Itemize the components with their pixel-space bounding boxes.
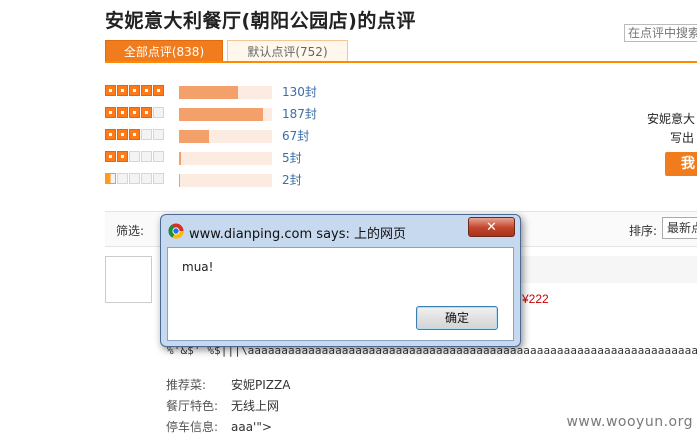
chrome-icon xyxy=(168,223,184,239)
tabs-underline xyxy=(105,61,697,63)
rating-bar-fill xyxy=(179,86,238,99)
dialog-title: www.dianping.com says: 上的网页 xyxy=(189,227,407,242)
side-prompt-text: 安妮意大 xyxy=(647,112,696,126)
restaurant-feature-row: 餐厅特色: 无线上网 xyxy=(166,397,279,414)
star-icon xyxy=(141,129,152,140)
star-icon xyxy=(153,129,164,140)
star-icon xyxy=(129,151,140,162)
info-label: 推荐菜: xyxy=(166,378,207,392)
rating-count-link[interactable]: 187封 xyxy=(282,105,317,122)
write-review-button[interactable]: 我 xyxy=(665,152,697,176)
star-icon xyxy=(141,85,152,96)
stars-2-icon xyxy=(105,151,169,163)
rating-count-link[interactable]: 130封 xyxy=(282,83,317,100)
tab-default-reviews[interactable]: 默认点评(752) xyxy=(227,40,348,62)
star-icon xyxy=(129,129,140,140)
recommended-dish-row: 推荐菜: 安妮PIZZA xyxy=(166,376,290,393)
search-input[interactable] xyxy=(624,24,697,42)
watermark: www.wooyun.org xyxy=(566,414,693,430)
star-icon xyxy=(153,107,164,118)
star-icon xyxy=(153,151,164,162)
rating-bar-fill xyxy=(179,174,180,187)
star-icon xyxy=(105,85,116,96)
rating-bar-track xyxy=(179,174,272,187)
stars-4-icon xyxy=(105,107,169,119)
rating-bar-track xyxy=(179,86,272,99)
star-icon xyxy=(117,151,128,162)
star-icon xyxy=(129,107,140,118)
parking-info-row: 停车信息: aaa'"> xyxy=(166,418,272,435)
stars-3-icon xyxy=(105,129,169,141)
star-icon xyxy=(105,107,116,118)
dialog-body: mua! 确定 xyxy=(167,247,514,341)
star-icon xyxy=(153,85,164,96)
rating-count-link[interactable]: 5封 xyxy=(282,149,302,166)
star-icon xyxy=(105,129,116,140)
rating-bar-fill xyxy=(179,108,263,121)
star-icon xyxy=(117,129,128,140)
alert-dialog: www.dianping.com says: 上的网页 ✕ mua! 确定 xyxy=(160,214,521,347)
rating-count-link[interactable]: 2封 xyxy=(282,171,302,188)
dialog-message: mua! xyxy=(182,260,214,274)
info-label: 餐厅特色: xyxy=(166,399,219,413)
stars-1-icon xyxy=(105,173,169,185)
info-label: 停车信息: xyxy=(166,420,219,434)
avatar[interactable] xyxy=(105,256,152,303)
star-icon xyxy=(153,173,164,184)
star-icon xyxy=(129,173,140,184)
rating-bar-track xyxy=(179,108,272,121)
info-value: 无线上网 xyxy=(231,399,280,413)
star-icon xyxy=(117,173,128,184)
filter-label: 筛选: xyxy=(116,224,145,238)
rating-bar-fill xyxy=(179,130,209,143)
info-value: aaa'"> xyxy=(231,420,272,434)
ok-button[interactable]: 确定 xyxy=(416,306,498,330)
star-icon xyxy=(129,85,140,96)
star-icon xyxy=(141,107,152,118)
star-icon xyxy=(117,85,128,96)
rating-bar-track xyxy=(179,152,272,165)
star-icon xyxy=(117,107,128,118)
side-prompt-subtext: 写出 xyxy=(670,131,695,145)
rating-bar-fill xyxy=(179,152,181,165)
rating-count-link[interactable]: 67封 xyxy=(282,127,309,144)
close-button[interactable]: ✕ xyxy=(468,217,515,237)
star-icon xyxy=(141,173,152,184)
tab-all-reviews[interactable]: 全部点评(838) xyxy=(105,40,223,62)
info-value: 安妮PIZZA xyxy=(231,378,291,392)
review-price: ¥222 xyxy=(522,292,549,306)
rating-bar-track xyxy=(179,130,272,143)
star-icon xyxy=(105,151,116,162)
sort-label: 排序: xyxy=(629,224,658,238)
page-title: 安妮意大利餐厅(朝阳公园店)的点评 xyxy=(105,10,416,32)
star-icon xyxy=(141,151,152,162)
star-icon xyxy=(105,173,116,184)
sort-select[interactable]: 最新点 xyxy=(662,217,697,239)
stars-5-icon xyxy=(105,85,169,97)
